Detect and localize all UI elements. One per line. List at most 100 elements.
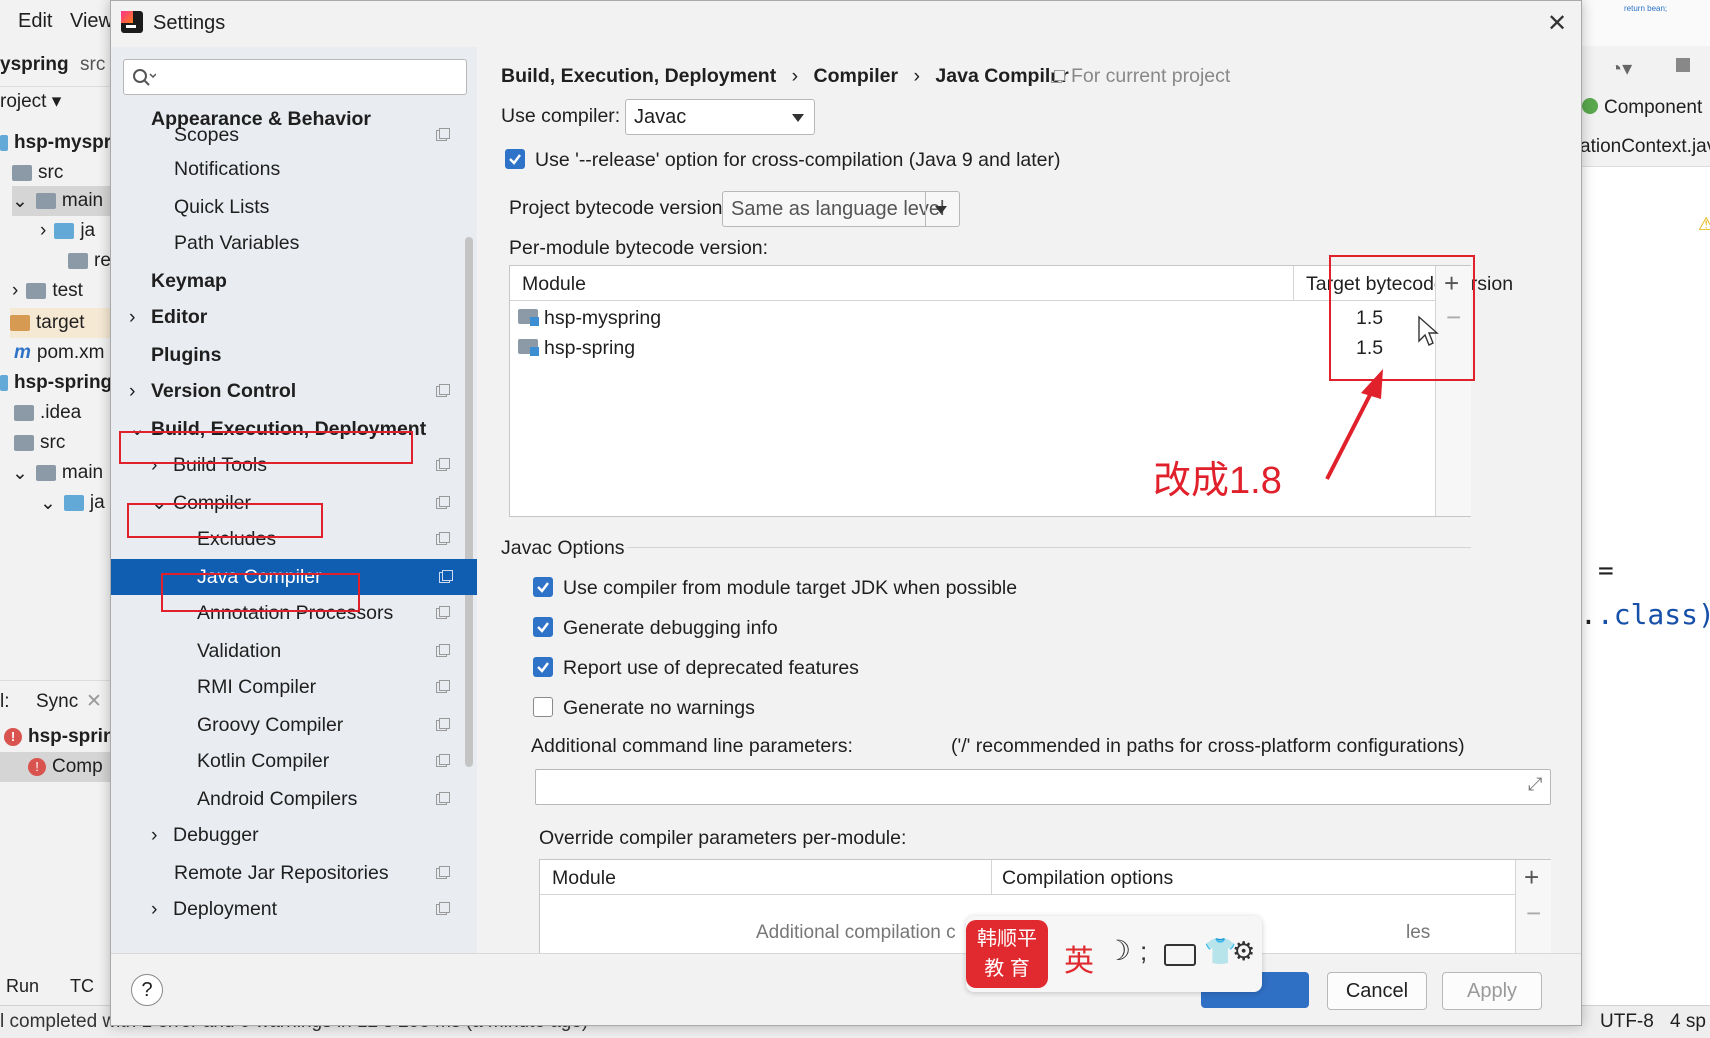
menu-view[interactable]: View [70, 10, 110, 33]
tree-item-java[interactable]: › ja [40, 216, 95, 246]
column-module[interactable]: Module [522, 273, 586, 296]
column-target-version[interactable]: Target bytecode version [1306, 273, 1513, 296]
preview-thumbnail: return bean; [1580, 0, 1710, 46]
sidebar-item-android-compilers[interactable]: Android Compilers [197, 781, 474, 817]
tree-item-idea[interactable]: .idea [14, 398, 81, 428]
remove-icon[interactable]: − [1526, 898, 1541, 929]
option-no-warnings-checkbox[interactable] [533, 697, 553, 717]
javac-options-title: Javac Options [501, 537, 625, 559]
remove-icon[interactable]: − [1446, 302, 1461, 333]
add-icon[interactable]: + [1524, 862, 1539, 893]
additional-params-input[interactable]: ⤢ [535, 769, 1551, 805]
tree-item-hsp-myspring[interactable]: hsp-myspr [0, 128, 110, 158]
sidebar-item-kotlin-compiler[interactable]: Kotlin Compiler [197, 743, 474, 779]
wrench-icon[interactable]: ⚙ [1232, 936, 1255, 967]
tree-item-main-2[interactable]: ⌄ main [12, 458, 103, 488]
tab-run[interactable]: Run [6, 976, 39, 997]
expand-icon[interactable]: ⤢ [1528, 774, 1542, 795]
sidebar-item-rmi-compiler[interactable]: RMI Compiler [197, 669, 474, 705]
tree-item-java-2[interactable]: ⌄ ja [40, 488, 105, 518]
cancel-button[interactable]: Cancel [1327, 972, 1427, 1010]
chevron-down-icon [792, 114, 804, 122]
breadcrumb-build[interactable]: Build, Execution, Deployment [501, 65, 776, 87]
add-icon[interactable]: + [1444, 268, 1459, 299]
sidebar-item-build-tools[interactable]: › Build Tools [151, 447, 474, 483]
project-view-label[interactable]: roject ▾ [0, 90, 61, 113]
keyboard-icon[interactable] [1164, 944, 1196, 966]
additional-params-label: Additional command line parameters: [531, 735, 853, 757]
sidebar-item-debugger[interactable]: › Debugger [151, 817, 259, 853]
tree-item-test[interactable]: › test [12, 276, 83, 306]
column-compilation-options[interactable]: Compilation options [1002, 867, 1173, 890]
build-item-compiler[interactable]: ! Comp [0, 752, 110, 782]
tree-item-main[interactable]: ⌄ main [12, 186, 110, 216]
moon-icon[interactable]: ☽ [1106, 934, 1131, 967]
warning-icon[interactable]: ⚠ [1698, 214, 1710, 235]
tree-item-resources[interactable]: re [68, 246, 110, 276]
release-option-checkbox[interactable] [505, 149, 525, 169]
chevron-right-icon: › [151, 824, 158, 846]
apply-button[interactable]: Apply [1442, 972, 1542, 1010]
project-bytecode-select[interactable]: Same as language level [722, 191, 960, 227]
ide-crumb-src[interactable]: src [80, 54, 105, 76]
ime-language[interactable]: 英 [1064, 936, 1094, 980]
help-button[interactable]: ? [131, 974, 163, 1006]
ide-menu-bar: Edit View [0, 0, 110, 46]
sidebar-item-validation[interactable]: Validation [197, 633, 474, 669]
sidebar-item-compiler[interactable]: ⌄ Compiler [151, 485, 474, 521]
option-module-target-jdk-checkbox[interactable] [533, 577, 553, 597]
release-option-label[interactable]: Use '--release' option for cross-compila… [535, 149, 1061, 172]
close-icon[interactable]: ✕ [1547, 9, 1567, 38]
version-cell[interactable]: 1.5 [1356, 337, 1383, 360]
sidebar-item-plugins[interactable]: Plugins [151, 337, 221, 373]
use-compiler-select[interactable]: Javac [625, 99, 815, 135]
sidebar-item-keymap[interactable]: Keymap [151, 263, 227, 299]
editor-tab-context[interactable]: ationContext.jav [1580, 126, 1710, 167]
tree-item-target[interactable]: target [10, 308, 110, 338]
sidebar-item-annotation-processors[interactable]: Annotation Processors [197, 595, 474, 631]
option-debugging-info-checkbox[interactable] [533, 617, 553, 637]
tree-item-hsp-spring[interactable]: hsp-spring [0, 368, 110, 398]
build-item-hsp-spring[interactable]: ! hsp-sprin [4, 722, 110, 752]
sidebar-item-path-variables[interactable]: Path Variables [174, 225, 299, 261]
column-module[interactable]: Module [552, 867, 616, 890]
sidebar-item-quick-lists[interactable]: Quick Lists [174, 189, 269, 225]
sidebar-item-editor[interactable]: › Editor [129, 299, 207, 335]
ide-crumb-project[interactable]: yspring [0, 54, 69, 76]
tree-item-src-2[interactable]: src [14, 428, 65, 458]
sidebar-item-groovy-compiler[interactable]: Groovy Compiler [197, 707, 474, 743]
sidebar-item-deployment[interactable]: › Deployment [151, 891, 474, 927]
tab-todo[interactable]: TC [70, 976, 94, 997]
sidebar-item-scopes[interactable]: Scopes [174, 117, 474, 153]
status-encoding[interactable]: UTF-8 [1600, 1011, 1654, 1033]
sidebar-item-version-control[interactable]: › Version Control [129, 373, 474, 409]
project-scope-icon [436, 606, 450, 619]
stop-icon[interactable] [1676, 58, 1690, 72]
sidebar-item-build-execution-deployment[interactable]: ⌄ Build, Execution, Deployment [129, 411, 426, 447]
table-row[interactable]: hsp-spring 1.5 [510, 332, 1508, 362]
table-row[interactable]: hsp-myspring 1.5 [510, 302, 1508, 332]
status-indent[interactable]: 4 sp [1670, 1011, 1706, 1033]
option-deprecated-label[interactable]: Report use of deprecated features [563, 657, 859, 680]
search-input[interactable] [123, 59, 467, 95]
tree-item-src[interactable]: src [12, 158, 63, 188]
menu-edit[interactable]: Edit [18, 10, 52, 33]
sidebar-item-notifications[interactable]: Notifications [174, 151, 280, 187]
project-scope-icon [1051, 70, 1065, 83]
option-no-warnings-label[interactable]: Generate no warnings [563, 697, 755, 720]
punctuation-icon[interactable]: ; [1140, 936, 1147, 967]
option-module-target-jdk-label[interactable]: Use compiler from module target JDK when… [563, 577, 1017, 600]
sidebar-item-remote-jar-repositories[interactable]: Remote Jar Repositories [174, 855, 474, 891]
editor-tab-component[interactable]: Component [1580, 90, 1710, 127]
tree-item-pom[interactable]: m pom.xm [14, 338, 104, 368]
option-debugging-info-label[interactable]: Generate debugging info [563, 617, 778, 640]
profiler-icon[interactable]: ◔▾ [1610, 56, 1632, 81]
close-icon[interactable]: ✕ [86, 690, 102, 713]
option-deprecated-checkbox[interactable] [533, 657, 553, 677]
sidebar-item-excludes[interactable]: Excludes [197, 521, 474, 557]
version-cell[interactable]: 1.5 [1356, 307, 1383, 330]
breadcrumb-compiler[interactable]: Compiler [814, 65, 899, 87]
per-module-label: Per-module bytecode version: [509, 237, 769, 259]
sidebar-item-java-compiler[interactable]: Java Compiler [111, 559, 477, 595]
tab-sync[interactable]: Sync [36, 691, 78, 713]
